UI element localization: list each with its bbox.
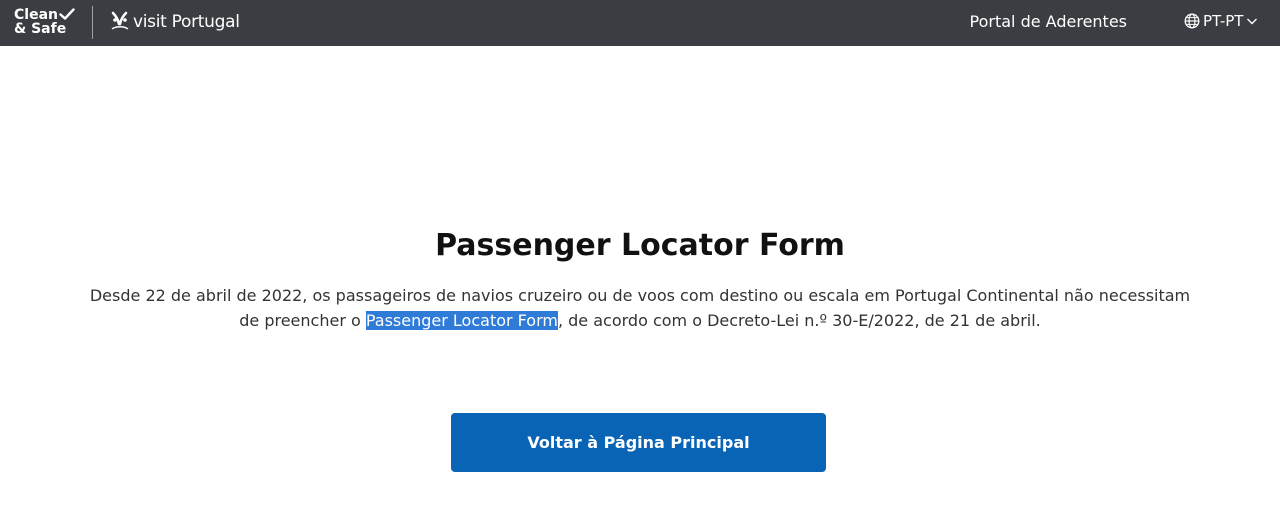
- chevron-down-icon: [1247, 18, 1258, 25]
- header-divider: [92, 6, 93, 39]
- globe-icon: [1184, 13, 1200, 29]
- selected-text-passenger-locator-form: Passenger Locator Form: [365, 310, 558, 330]
- page-title: Passenger Locator Form: [435, 228, 845, 263]
- back-to-home-button[interactable]: Voltar à Página Principal: [451, 413, 826, 472]
- description-text-end: , de acordo com o Decreto-Lei n.º 30-E/2…: [557, 310, 1041, 330]
- language-selector[interactable]: PT-PT: [1184, 12, 1258, 30]
- clean-safe-logo-line2: & Safe: [14, 21, 67, 37]
- portal-de-aderentes-link[interactable]: Portal de Aderentes: [970, 12, 1127, 31]
- clean-and-safe-logo[interactable]: Clean & Safe: [14, 7, 78, 39]
- checkmark-icon: [59, 8, 75, 20]
- page-description: Desde 22 de abril de 2022, os passageiro…: [80, 284, 1200, 333]
- language-label: PT-PT: [1203, 12, 1244, 30]
- visit-portugal-logo-text: visit Portugal: [133, 12, 240, 32]
- visit-portugal-logo[interactable]: visit Portugal: [110, 9, 240, 35]
- visit-portugal-logo-icon: [111, 11, 129, 30]
- clean-safe-logo-line1: Clean: [14, 7, 58, 23]
- top-navigation-bar: Clean & Safe visit Portugal Portal de Ad…: [0, 0, 1280, 46]
